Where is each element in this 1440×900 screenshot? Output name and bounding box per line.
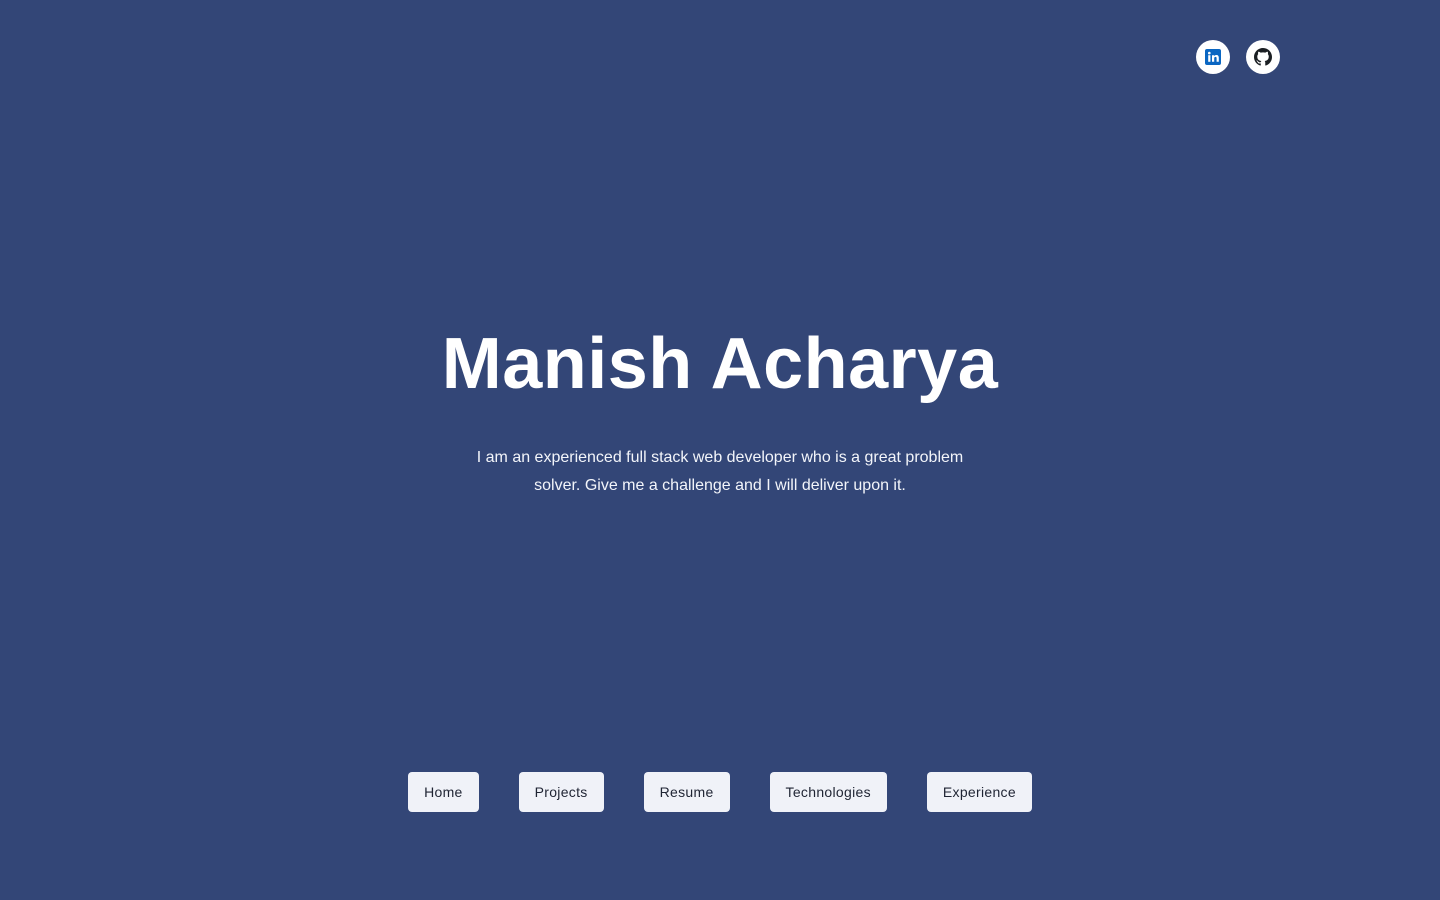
nav-resume-button[interactable]: Resume: [643, 772, 730, 812]
github-icon: [1254, 48, 1272, 66]
hero-section: Manish Acharya I am an experienced full …: [0, 322, 1440, 500]
github-link[interactable]: [1246, 40, 1280, 74]
nav-projects-button[interactable]: Projects: [518, 772, 604, 812]
page-title: Manish Acharya: [441, 324, 999, 404]
social-links: [1196, 40, 1280, 74]
nav-experience-button[interactable]: Experience: [926, 772, 1032, 812]
linkedin-icon: [1205, 49, 1221, 65]
nav-home-button[interactable]: Home: [408, 772, 479, 812]
nav-technologies-button[interactable]: Technologies: [769, 772, 887, 812]
hero-tagline: I am an experienced full stack web devel…: [476, 449, 964, 494]
linkedin-link[interactable]: [1196, 40, 1230, 74]
bottom-nav: Home Projects Resume Technologies Experi…: [0, 772, 1440, 812]
portfolio-page: Manish Acharya I am an experienced full …: [0, 0, 1440, 900]
